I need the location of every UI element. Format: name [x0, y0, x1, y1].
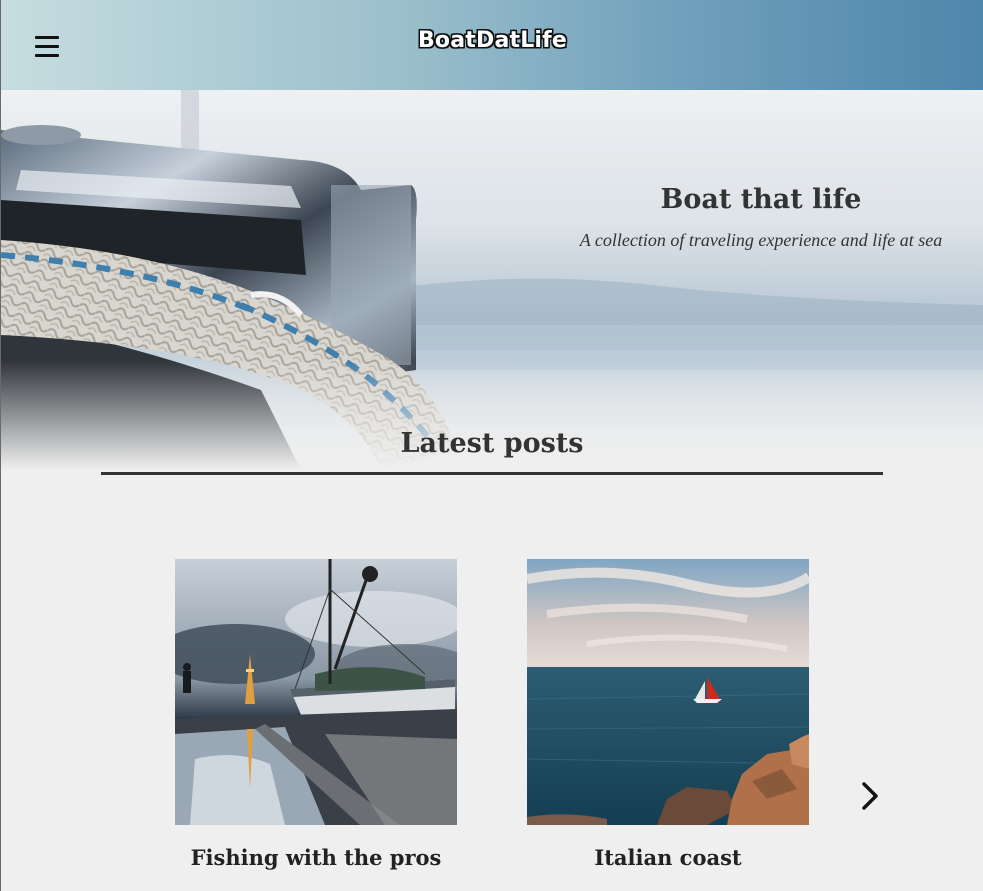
- hero-title: Boat that life: [660, 184, 862, 215]
- hero-subtitle: A collection of traveling experience and…: [579, 230, 943, 250]
- hero-banner: Boat that life A collection of traveling…: [1, 90, 983, 470]
- post-card-italian-coast[interactable]: Italian coast: [527, 559, 809, 870]
- section-divider: [101, 472, 883, 475]
- post-title[interactable]: Fishing with the pros: [175, 845, 457, 870]
- chevron-right-icon[interactable]: [857, 780, 883, 812]
- post-title[interactable]: Italian coast: [527, 845, 809, 870]
- page: BoatDatLife Boat that life A collection …: [0, 0, 983, 891]
- sailboat-sea-image[interactable]: [527, 559, 809, 825]
- top-header: BoatDatLife: [1, 0, 983, 90]
- latest-posts-heading: Latest posts: [400, 428, 584, 459]
- hero-boat-cleat-image: [1, 90, 983, 470]
- post-card-fishing[interactable]: Fishing with the pros: [175, 559, 457, 870]
- brand-logo[interactable]: BoatDatLife: [1, 28, 983, 53]
- fishing-boat-image[interactable]: [175, 559, 457, 825]
